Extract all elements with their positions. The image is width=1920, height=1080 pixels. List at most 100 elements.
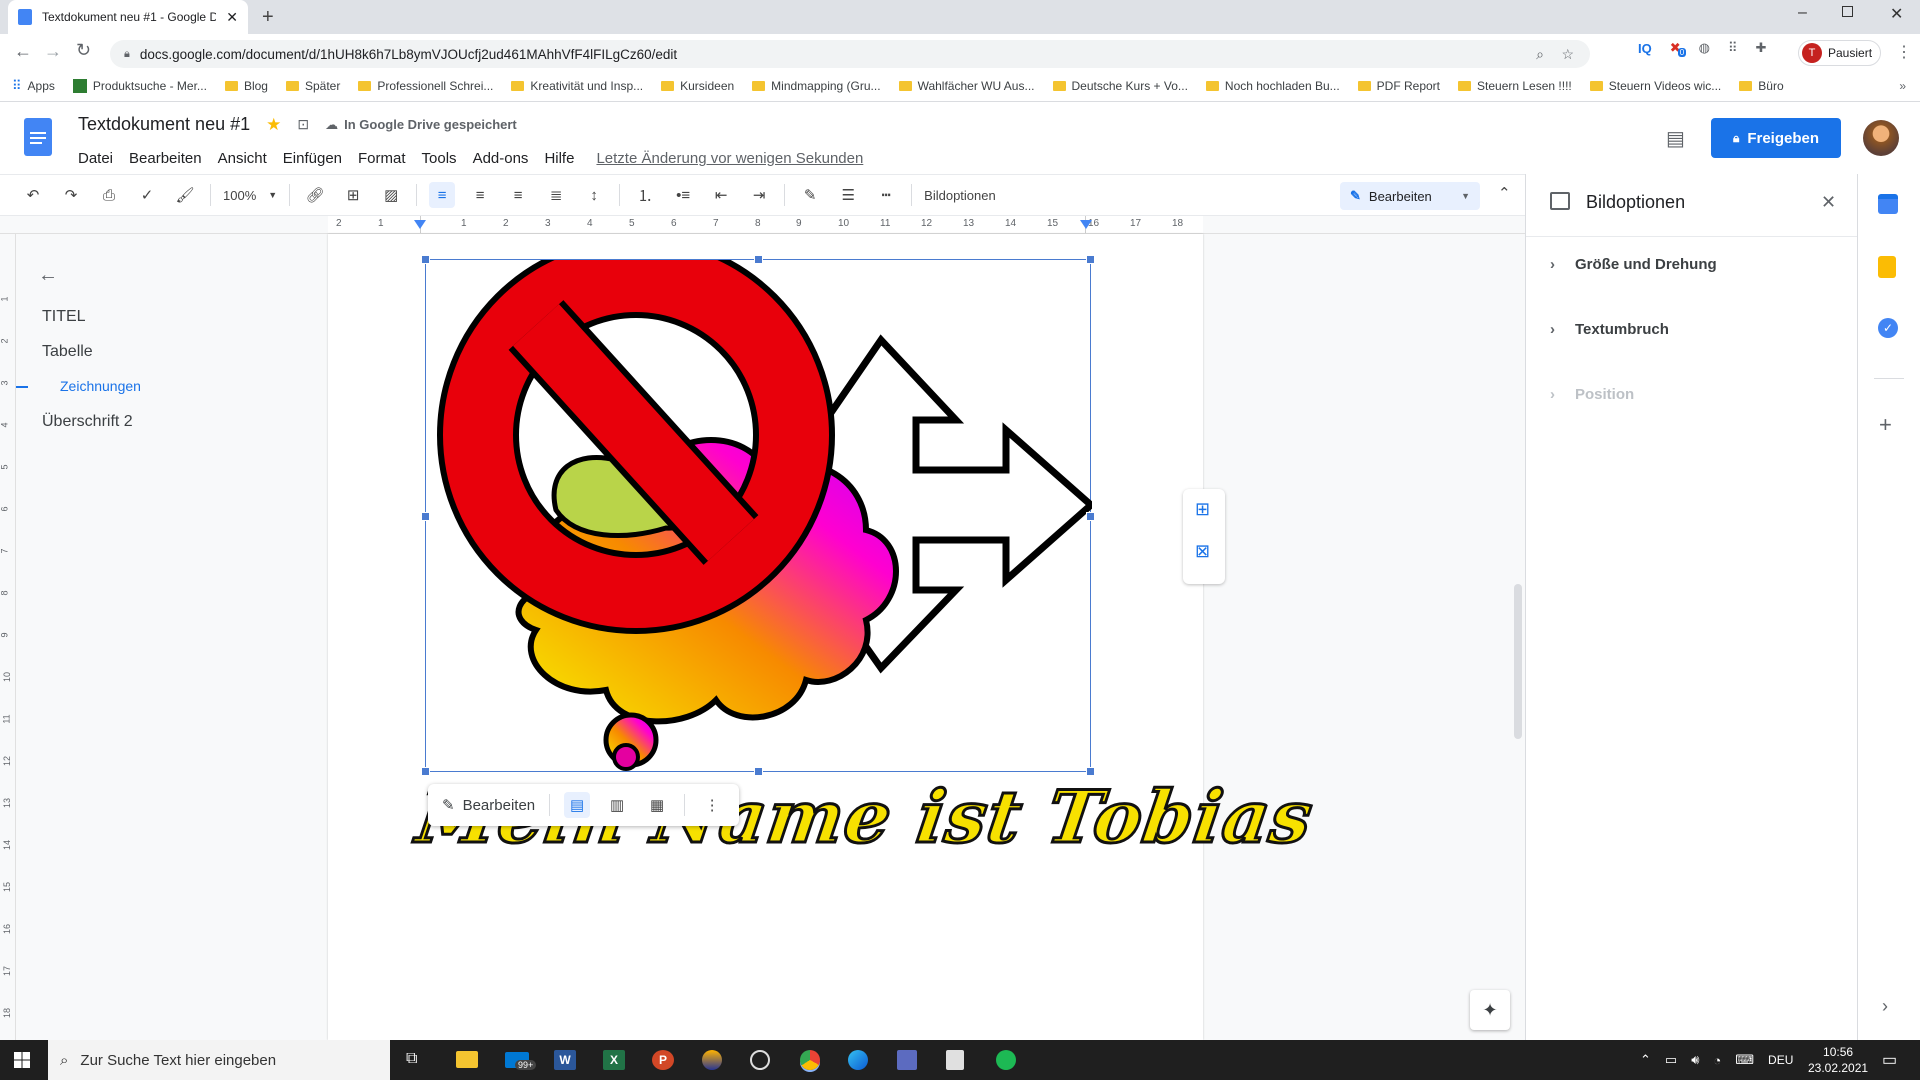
grid-extension-icon[interactable]: ⠿ xyxy=(1728,40,1738,56)
chrome-icon[interactable] xyxy=(800,1050,820,1070)
excel-icon[interactable]: X xyxy=(603,1050,625,1070)
bookmark-item[interactable]: Blog xyxy=(224,79,268,93)
bulleted-list-icon[interactable]: •≡ xyxy=(670,182,696,208)
border-color-icon[interactable]: ✎ xyxy=(797,182,823,208)
border-dash-icon[interactable]: ┅ xyxy=(873,182,899,208)
language-indicator[interactable]: DEU xyxy=(1768,1053,1793,1067)
wrap-text-icon[interactable]: ▥ xyxy=(604,792,630,818)
profile-chip[interactable]: T Pausiert xyxy=(1798,40,1882,66)
menu-bearbeiten[interactable]: Bearbeiten xyxy=(129,150,202,167)
insert-image-icon[interactable]: ▨ xyxy=(378,182,404,208)
account-avatar[interactable] xyxy=(1863,120,1899,156)
align-left-icon[interactable]: ≡ xyxy=(429,182,456,208)
bookmark-item[interactable]: Produktsuche - Mer... xyxy=(72,78,207,93)
app-icon[interactable] xyxy=(702,1050,722,1070)
bookmark-item[interactable]: Wahlfächer WU Aus... xyxy=(898,79,1035,93)
resize-handle[interactable] xyxy=(421,255,430,264)
menu-datei[interactable]: Datei xyxy=(78,150,113,167)
minimize-icon[interactable]: – xyxy=(1798,4,1807,22)
comments-icon[interactable]: ▤ xyxy=(1666,126,1685,151)
browser-menu-icon[interactable]: ⋮ xyxy=(1896,42,1912,62)
globe-extension-icon[interactable]: ◍ xyxy=(1699,40,1710,56)
decrease-indent-icon[interactable]: ⇤ xyxy=(708,182,734,208)
resize-handle[interactable] xyxy=(1086,255,1095,264)
left-indent-marker[interactable] xyxy=(414,220,426,229)
increase-indent-icon[interactable]: ⇥ xyxy=(746,182,772,208)
tray-chevron-icon[interactable]: ⌃ xyxy=(1640,1052,1651,1068)
outline-item[interactable]: TITEL xyxy=(42,308,86,326)
reload-icon[interactable]: ↻ xyxy=(76,40,91,61)
task-view-icon[interactable]: ⧉ xyxy=(406,1050,417,1068)
more-options-icon[interactable]: ⋮ xyxy=(699,792,725,818)
edge-icon[interactable] xyxy=(848,1050,868,1070)
tab-close-icon[interactable]: ✕ xyxy=(226,9,238,26)
bookmark-star-icon[interactable]: ☆ xyxy=(1561,46,1574,63)
puzzle-icon[interactable]: ✚ xyxy=(1756,40,1767,56)
taskbar-search-box[interactable]: ⌕ Zur Suche Text hier eingeben xyxy=(48,1040,390,1080)
section-size-rotation[interactable]: › Größe und Drehung xyxy=(1550,256,1717,273)
star-icon[interactable]: ★ xyxy=(266,115,281,135)
undo-icon[interactable]: ↶ xyxy=(20,182,46,208)
expand-panel-icon[interactable]: › xyxy=(1882,996,1888,1017)
bookmark-item[interactable]: Professionell Schrei... xyxy=(358,79,493,93)
selected-image[interactable] xyxy=(421,255,1095,776)
calendar-icon[interactable] xyxy=(1878,194,1898,214)
align-center-icon[interactable]: ≡ xyxy=(467,182,493,208)
align-justify-icon[interactable]: ≣ xyxy=(543,182,569,208)
edit-image-button[interactable]: ✎ Bearbeiten xyxy=(442,796,535,815)
redo-icon[interactable]: ↷ xyxy=(58,182,84,208)
menu-tools[interactable]: Tools xyxy=(422,150,457,167)
app-icon[interactable] xyxy=(897,1050,917,1070)
back-icon[interactable]: ← xyxy=(14,41,32,62)
document-title[interactable]: Textdokument neu #1 xyxy=(78,114,250,135)
menu-hilfe[interactable]: Hilfe xyxy=(544,150,574,167)
resize-handle[interactable] xyxy=(754,255,763,264)
iq-extension-icon[interactable]: IQ xyxy=(1638,41,1652,56)
document-scrollbar[interactable] xyxy=(1514,584,1522,739)
bookmark-item[interactable]: Mindmapping (Gru... xyxy=(752,79,881,93)
bookmark-item[interactable]: Kreativität und Insp... xyxy=(511,79,643,93)
share-button[interactable]: 🔒︎ Freigeben xyxy=(1711,118,1841,158)
add-comment-icon[interactable]: ⊞ xyxy=(1195,499,1210,520)
new-tab-icon[interactable]: + xyxy=(262,6,274,29)
extension-icon[interactable]: ✖ 0 xyxy=(1670,40,1687,57)
break-text-icon[interactable]: ▦ xyxy=(644,792,670,818)
obs-icon[interactable] xyxy=(750,1050,770,1070)
bookmark-item[interactable]: Steuern Videos wic... xyxy=(1589,79,1721,93)
document-page[interactable]: Mein Name ist Tobias ✎ Bearbeiten ▤ ▥ ▦ … xyxy=(328,234,1320,1040)
resize-handle[interactable] xyxy=(421,512,430,521)
resize-handle[interactable] xyxy=(421,767,430,776)
keep-icon[interactable] xyxy=(1878,256,1896,278)
bookmark-item[interactable]: Später xyxy=(285,79,340,93)
bookmark-item[interactable]: Deutsche Kurs + Vo... xyxy=(1052,79,1188,93)
outline-item-active[interactable]: Zeichnungen xyxy=(60,378,141,394)
menu-format[interactable]: Format xyxy=(358,150,406,167)
explore-button[interactable]: ✦ xyxy=(1470,990,1510,1030)
file-explorer-icon[interactable] xyxy=(456,1051,478,1068)
section-text-wrapping[interactable]: › Textumbruch xyxy=(1550,321,1669,338)
zoom-icon[interactable]: ⌕ xyxy=(1536,46,1544,63)
browser-tab[interactable]: Textdokument neu #1 - Google D ✕ xyxy=(8,0,248,34)
docs-logo-icon[interactable] xyxy=(24,118,52,156)
meet-now-icon[interactable]: ▭ xyxy=(1665,1052,1677,1068)
link-icon[interactable]: 🔗︎ xyxy=(302,182,328,208)
window-close-icon[interactable]: ✕ xyxy=(1890,4,1903,24)
spellcheck-icon[interactable]: ✓ xyxy=(134,182,160,208)
word-icon[interactable]: W xyxy=(554,1050,576,1070)
right-indent-marker[interactable] xyxy=(1080,220,1092,229)
bookmark-item[interactable]: Noch hochladen Bu... xyxy=(1205,79,1340,93)
add-comment-icon[interactable]: ⊞ xyxy=(340,182,366,208)
bookmark-item[interactable]: Steuern Lesen !!!! xyxy=(1458,79,1572,93)
address-bar[interactable]: 🔒︎ docs.google.com/document/d/1hUH8k6h7L… xyxy=(110,40,1590,68)
numbered-list-icon[interactable]: ⒈ xyxy=(632,182,658,208)
image-options-button[interactable]: Bildoptionen xyxy=(924,188,996,203)
suggest-edit-icon[interactable]: ⊠ xyxy=(1195,541,1210,562)
resize-handle[interactable] xyxy=(754,767,763,776)
outline-item[interactable]: Überschrift 2 xyxy=(42,413,133,431)
collapse-toolbar-icon[interactable]: ⌃ xyxy=(1498,184,1511,202)
more-bookmarks-icon[interactable]: » xyxy=(1899,79,1906,93)
notepad-icon[interactable] xyxy=(946,1050,964,1070)
border-weight-icon[interactable]: ☰ xyxy=(835,182,861,208)
tasks-icon[interactable]: ✓ xyxy=(1878,318,1898,338)
menu-einfuegen[interactable]: Einfügen xyxy=(283,150,342,167)
